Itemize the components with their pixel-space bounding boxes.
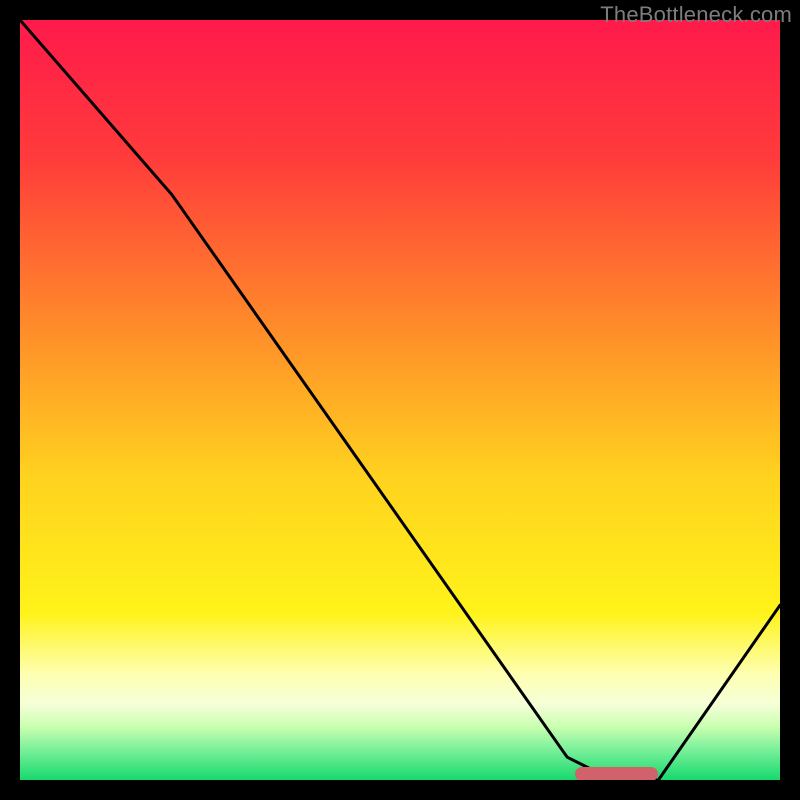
plot-area: [20, 20, 780, 780]
chart-frame: TheBottleneck.com: [0, 0, 800, 800]
watermark-text: TheBottleneck.com: [600, 2, 792, 28]
sweet-spot-marker: [575, 767, 659, 780]
gradient-rect: [20, 20, 780, 780]
heat-gradient-background: [20, 20, 780, 780]
